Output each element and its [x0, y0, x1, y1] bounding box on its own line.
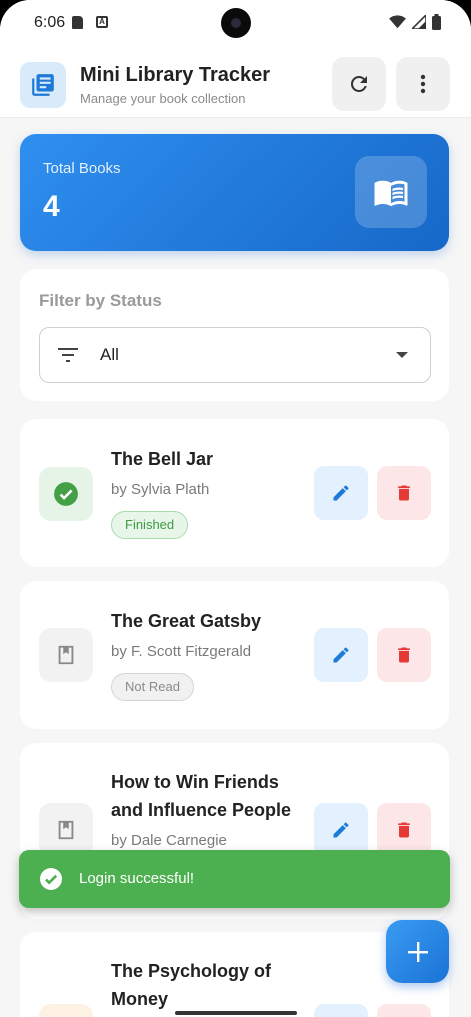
wifi-icon [389, 15, 406, 29]
refresh-icon [350, 75, 367, 92]
status-filter-dropdown[interactable]: All [39, 327, 431, 383]
total-books-card: Total Books 4 [20, 134, 449, 251]
home-indicator[interactable] [175, 1011, 297, 1015]
app-title: Mini Library Tracker [80, 64, 271, 86]
signal-icon [412, 15, 426, 29]
book-title: The Psychology of Money [111, 961, 272, 1009]
bookmark-icon [39, 803, 93, 857]
edit-button[interactable] [314, 803, 368, 857]
filter-selected-value: All [100, 345, 119, 364]
book-card[interactable]: The Psychology of Money [20, 932, 449, 1017]
check-circle-icon [40, 868, 62, 890]
open-book-icon [355, 156, 427, 228]
book-author: by Sylvia Plath [111, 481, 210, 498]
snackbar-message: Login successful! [79, 870, 195, 887]
filter-card: Filter by Status All [20, 269, 449, 401]
status-icons [389, 14, 441, 30]
total-books-count: 4 [43, 190, 60, 223]
battery-icon [432, 14, 441, 30]
camera-cutout [221, 8, 251, 38]
add-icon [407, 941, 428, 962]
edit-icon [333, 822, 349, 838]
add-book-button[interactable] [386, 920, 449, 983]
edit-button[interactable] [314, 628, 368, 682]
notification-a-icon: A [96, 16, 108, 28]
bookmark-icon [39, 628, 93, 682]
snackbar: Login successful! [19, 850, 450, 908]
app-subtitle: Manage your book collection [80, 91, 246, 106]
book-card[interactable]: The Great Gatsby by F. Scott Fitzgerald … [20, 581, 449, 729]
more-vert-icon [420, 74, 426, 94]
delete-button[interactable] [377, 1004, 431, 1017]
delete-button[interactable] [377, 628, 431, 682]
book-title: The Bell Jar [111, 449, 214, 469]
delete-button[interactable] [377, 466, 431, 520]
book-status-icon [39, 1004, 93, 1017]
library-books-icon [20, 62, 66, 108]
edit-button[interactable] [314, 1004, 368, 1017]
app-bar: Mini Library Tracker Manage your book co… [0, 46, 471, 118]
status-time: 6:06 [34, 14, 66, 31]
filter-label: Filter by Status [39, 291, 162, 310]
total-books-label: Total Books [43, 160, 121, 177]
phone-screen: 6:06 A Mini Library Tracker Manage your … [0, 0, 471, 1017]
status-badge: Finished [111, 511, 189, 539]
edit-icon [333, 485, 349, 501]
trash-icon [398, 647, 410, 663]
delete-button[interactable] [377, 803, 431, 857]
check-circle-icon [39, 467, 93, 521]
sd-card-icon [72, 16, 83, 29]
edit-button[interactable] [314, 466, 368, 520]
book-author: by F. Scott Fitzgerald [111, 643, 252, 660]
filter-list-icon [58, 348, 78, 362]
more-options-button[interactable] [396, 57, 450, 111]
book-title: How to Win Friends and Influence People [111, 772, 292, 820]
chevron-down-icon [396, 352, 408, 358]
status-badge: Not Read [111, 673, 194, 701]
trash-icon [398, 485, 410, 501]
book-title: The Great Gatsby [111, 611, 262, 631]
status-bar: 6:06 A [0, 0, 471, 46]
book-card[interactable]: The Bell Jar by Sylvia Plath Finished [20, 419, 449, 567]
refresh-button[interactable] [332, 57, 386, 111]
book-author: by Dale Carnegie [111, 832, 227, 849]
edit-icon [333, 647, 349, 663]
trash-icon [398, 822, 410, 838]
